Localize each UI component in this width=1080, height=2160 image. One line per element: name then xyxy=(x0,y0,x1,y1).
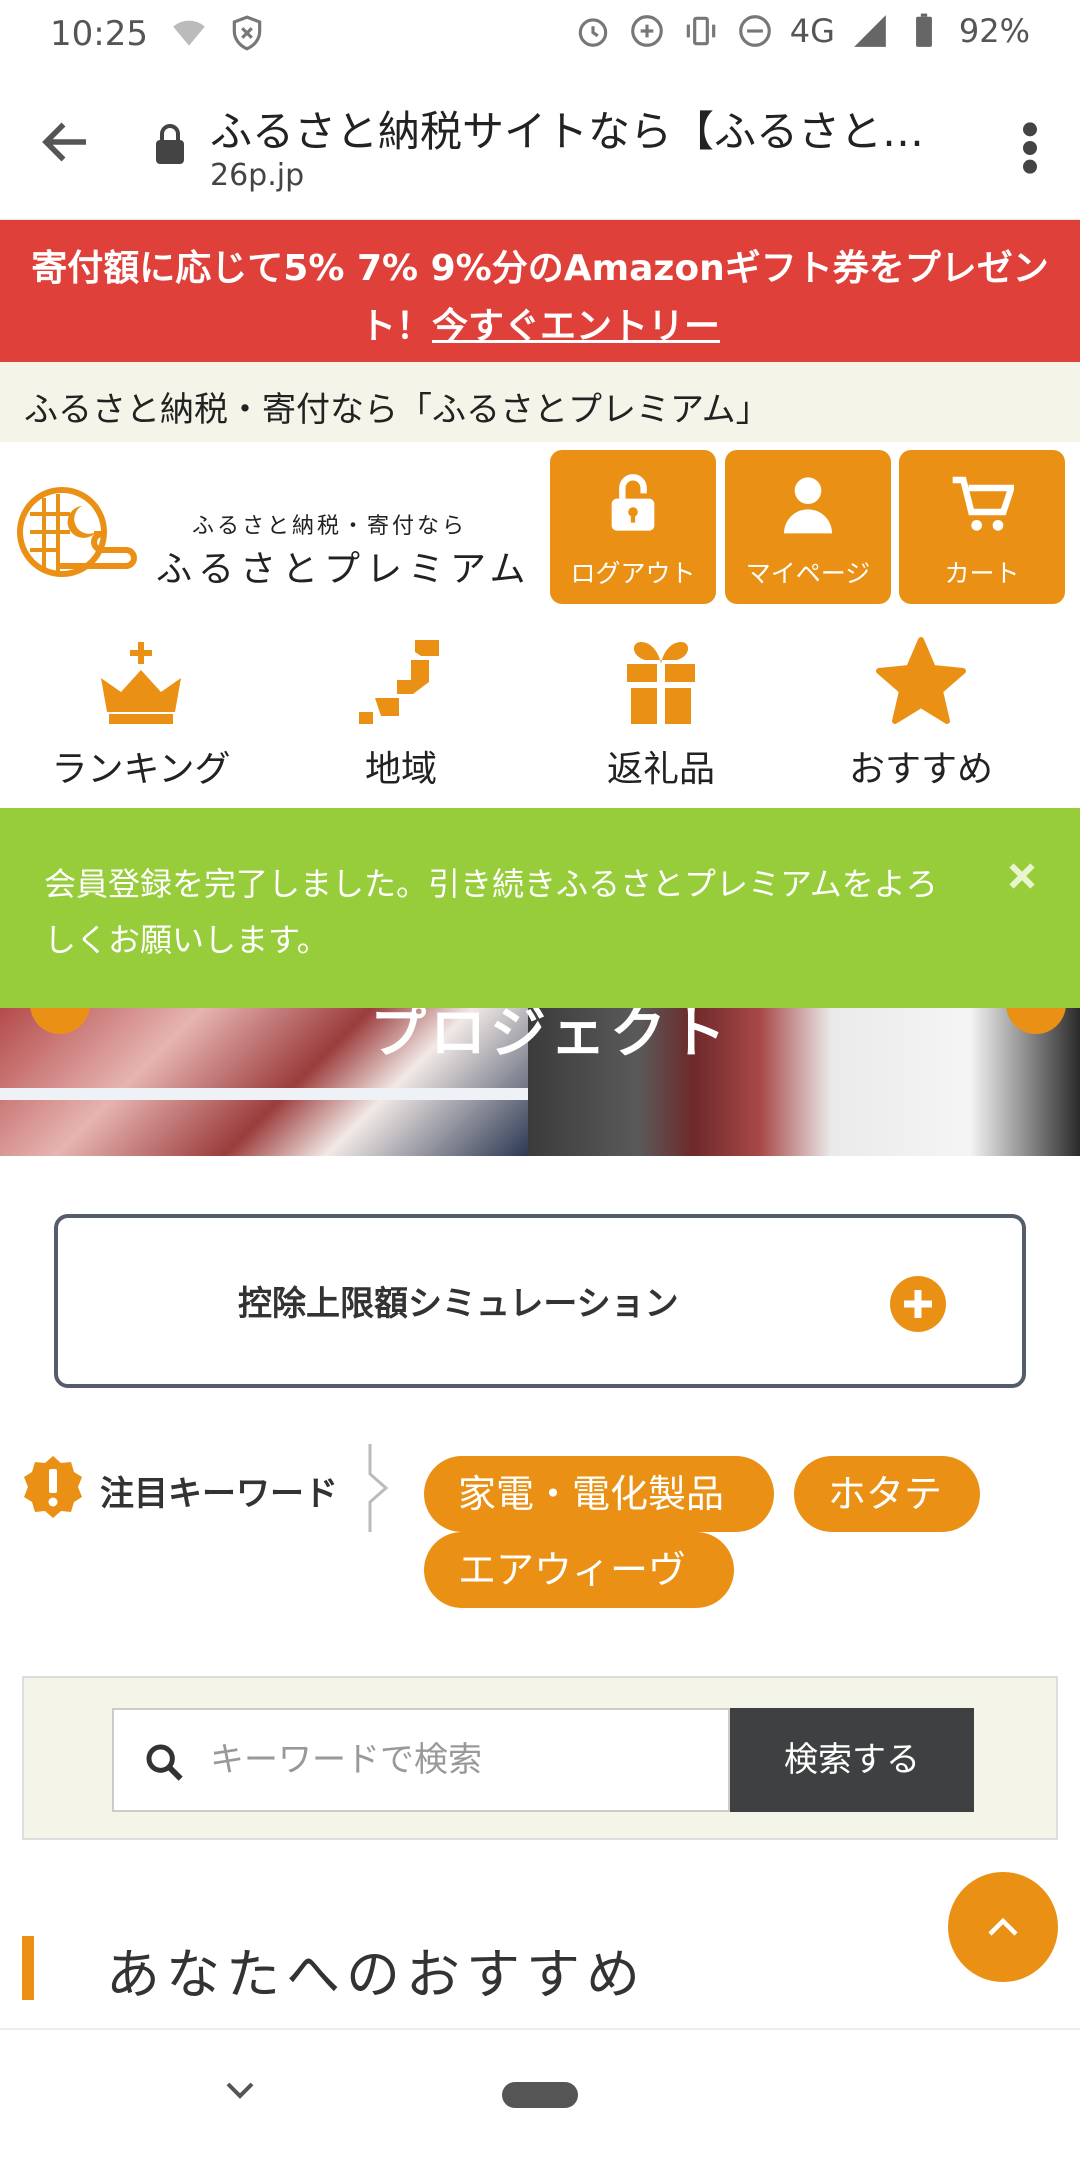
logo-title[interactable]: ふるさとプレミアム xyxy=(156,540,531,592)
unlock-icon xyxy=(611,474,655,531)
hero-banner[interactable]: プロジェクト xyxy=(0,1008,1080,1156)
more-menu-icon[interactable] xyxy=(1020,120,1040,176)
dnd-icon xyxy=(738,15,771,47)
nav-recommend-label: おすすめ xyxy=(848,749,993,790)
system-nav-bar xyxy=(0,2028,1080,2160)
map-icon xyxy=(359,640,439,724)
status-bar: 10:25 4G 92% xyxy=(0,0,1080,68)
search-box[interactable] xyxy=(112,1708,730,1812)
cart-icon xyxy=(952,476,1014,531)
gift-icon xyxy=(627,642,695,724)
search-button[interactable]: 検索する xyxy=(730,1708,974,1812)
main-nav: ランキング 地域 返礼品 おすすめ xyxy=(0,612,1080,808)
site-tagline: ふるさと納税・寄付なら「ふるさとプレミアム」 xyxy=(0,362,1080,442)
back-arrow-icon[interactable] xyxy=(36,112,96,172)
battery-icon xyxy=(915,13,932,47)
logout-button[interactable]: ログアウト xyxy=(550,450,716,604)
home-gesture-pill[interactable] xyxy=(502,2082,578,2108)
logout-label: ログアウト xyxy=(570,559,696,588)
chevron-up-icon xyxy=(988,1917,1018,1936)
cart-label: カート xyxy=(944,559,1020,588)
alarm-icon xyxy=(578,18,607,47)
notice-text: 会員登録を完了しました。引き続きふるさとプレミアムをよろしくお願いします。 xyxy=(44,865,938,959)
keyword-tag[interactable]: エアウィーヴ xyxy=(424,1532,734,1608)
network-type: 4G xyxy=(789,12,835,50)
keywords-title: 注目キーワード xyxy=(100,1474,338,1514)
battery-level: 92% xyxy=(958,12,1030,50)
keyword-tag[interactable]: 家電・電化製品 xyxy=(424,1456,774,1532)
data-saver-icon xyxy=(630,15,663,47)
scroll-top-button[interactable] xyxy=(948,1872,1058,1982)
simulation-toggle[interactable]: 控除上限額シミュレーション xyxy=(54,1214,1026,1388)
signal-icon xyxy=(854,15,886,47)
star-icon xyxy=(876,637,966,724)
browser-url-bar: ふるさと納税サイトなら【ふるさと… 26p.jp xyxy=(0,68,1080,220)
nav-gifts-label: 返礼品 xyxy=(606,749,715,790)
hero-title: プロジェクト xyxy=(370,1008,730,1066)
logo-subtitle: ふるさと納税・寄付なら xyxy=(192,514,468,539)
nav-region-label: 地域 xyxy=(364,749,437,790)
chevron-separator-icon xyxy=(368,1444,389,1532)
simulation-label: 控除上限額シミュレーション xyxy=(238,1284,679,1324)
page-domain[interactable]: 26p.jp xyxy=(210,158,304,193)
keyword-tag[interactable]: ホタテ xyxy=(794,1456,980,1532)
plus-circle-icon xyxy=(890,1276,946,1332)
vibrate-icon xyxy=(686,16,715,46)
status-time: 10:25 xyxy=(50,14,148,54)
page-title[interactable]: ふるさと納税サイトなら【ふるさと… xyxy=(210,98,970,159)
site-header: ふるさと納税・寄付なら ふるさとプレミアム ログアウト マイページ カート xyxy=(0,442,1080,612)
mypage-button[interactable]: マイページ xyxy=(725,450,891,604)
close-icon[interactable] xyxy=(1004,858,1040,894)
nav-ranking-label: ランキング xyxy=(51,749,231,790)
wifi-icon xyxy=(173,20,205,46)
section-accent-bar xyxy=(22,1936,34,2000)
nav-recommend[interactable]: おすすめ xyxy=(786,612,1056,808)
nav-region[interactable]: 地域 xyxy=(266,612,536,808)
recommend-title: あなたへのおすすめ xyxy=(106,1943,646,2006)
search-panel: 検索する xyxy=(22,1676,1058,1840)
nav-gifts[interactable]: 返礼品 xyxy=(526,612,796,808)
promo-banner: 寄付額に応じて5% 7% 9%分のAmazonギフト券をプレゼント！今すぐエント… xyxy=(0,220,1080,362)
search-icon xyxy=(146,1744,183,1781)
alert-badge-icon xyxy=(24,1456,82,1518)
chevron-down-icon[interactable] xyxy=(222,2074,258,2104)
cart-button[interactable]: カート xyxy=(899,450,1065,604)
search-input[interactable] xyxy=(210,1710,710,1810)
user-icon xyxy=(784,477,832,534)
mypage-label: マイページ xyxy=(745,559,871,588)
nav-ranking[interactable]: ランキング xyxy=(6,612,276,808)
site-logo-icon[interactable] xyxy=(16,484,138,584)
registration-notice: 会員登録を完了しました。引き続きふるさとプレミアムをよろしくお願いします。 xyxy=(0,808,1080,1008)
crown-icon xyxy=(101,642,181,724)
shield-icon xyxy=(232,15,262,51)
lock-icon xyxy=(156,124,184,164)
promo-entry-link[interactable]: 今すぐエントリー xyxy=(432,306,720,347)
